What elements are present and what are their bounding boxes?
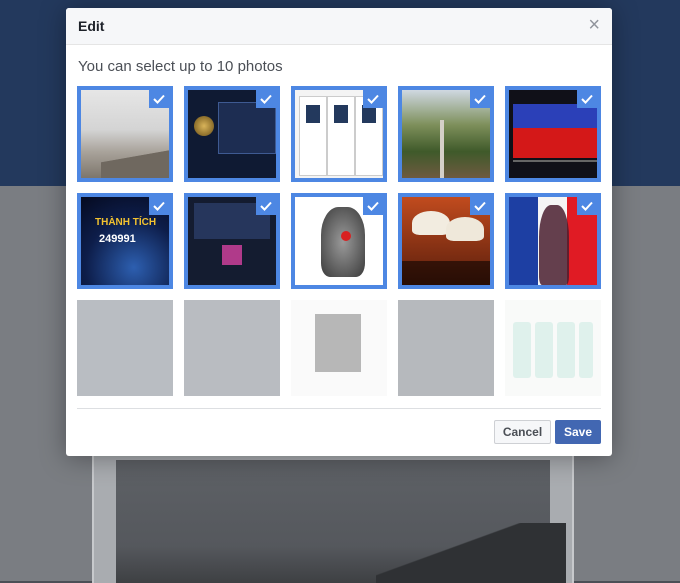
photo-thumbnail-14: [398, 300, 494, 396]
dialog-header: Edit ×: [66, 8, 612, 45]
background-photo: [92, 440, 574, 583]
photo-thumbnail-10[interactable]: [505, 193, 601, 289]
photo-thumbnail-7[interactable]: [184, 193, 280, 289]
checkmark-icon: [470, 197, 490, 215]
photo-caption-title: THÀNH TÍCH: [95, 217, 157, 228]
checkmark-icon: [256, 90, 276, 108]
checkmark-icon: [149, 90, 169, 108]
photo-thumbnail-15: [505, 300, 601, 396]
photo-caption-score: 249991: [99, 233, 136, 245]
save-button[interactable]: Save: [555, 420, 601, 444]
edit-dialog: Edit × You can select up to 10 photos TH…: [66, 8, 612, 456]
photo-image: [505, 300, 601, 396]
checkmark-icon: [363, 197, 383, 215]
checkmark-icon: [577, 90, 597, 108]
photo-thumbnail-5[interactable]: [505, 86, 601, 182]
photo-thumbnail-4[interactable]: [398, 86, 494, 182]
photo-thumbnail-11: [77, 300, 173, 396]
checkmark-icon: [577, 197, 597, 215]
cancel-button[interactable]: Cancel: [494, 420, 551, 444]
photo-image: [398, 300, 494, 396]
photo-thumbnail-12: [184, 300, 280, 396]
instruction-text: You can select up to 10 photos: [78, 58, 283, 75]
checkmark-icon: [363, 90, 383, 108]
photo-thumbnail-13: [291, 300, 387, 396]
photo-thumbnail-6[interactable]: THÀNH TÍCH 249991: [77, 193, 173, 289]
dialog-divider: [77, 408, 601, 409]
photo-image: [291, 300, 387, 396]
photo-thumbnail-2[interactable]: [184, 86, 280, 182]
dialog-title: Edit: [78, 18, 105, 34]
photo-thumbnail-3[interactable]: [291, 86, 387, 182]
photo-thumbnail-9[interactable]: [398, 193, 494, 289]
checkmark-icon: [149, 197, 169, 215]
photo-thumbnail-1[interactable]: [77, 86, 173, 182]
photo-image: [184, 300, 280, 396]
close-icon[interactable]: ×: [588, 15, 600, 35]
checkmark-icon: [256, 197, 276, 215]
photo-thumbnail-8[interactable]: [291, 193, 387, 289]
photo-image: [77, 300, 173, 396]
checkmark-icon: [470, 90, 490, 108]
background-photo-image: [116, 460, 566, 583]
